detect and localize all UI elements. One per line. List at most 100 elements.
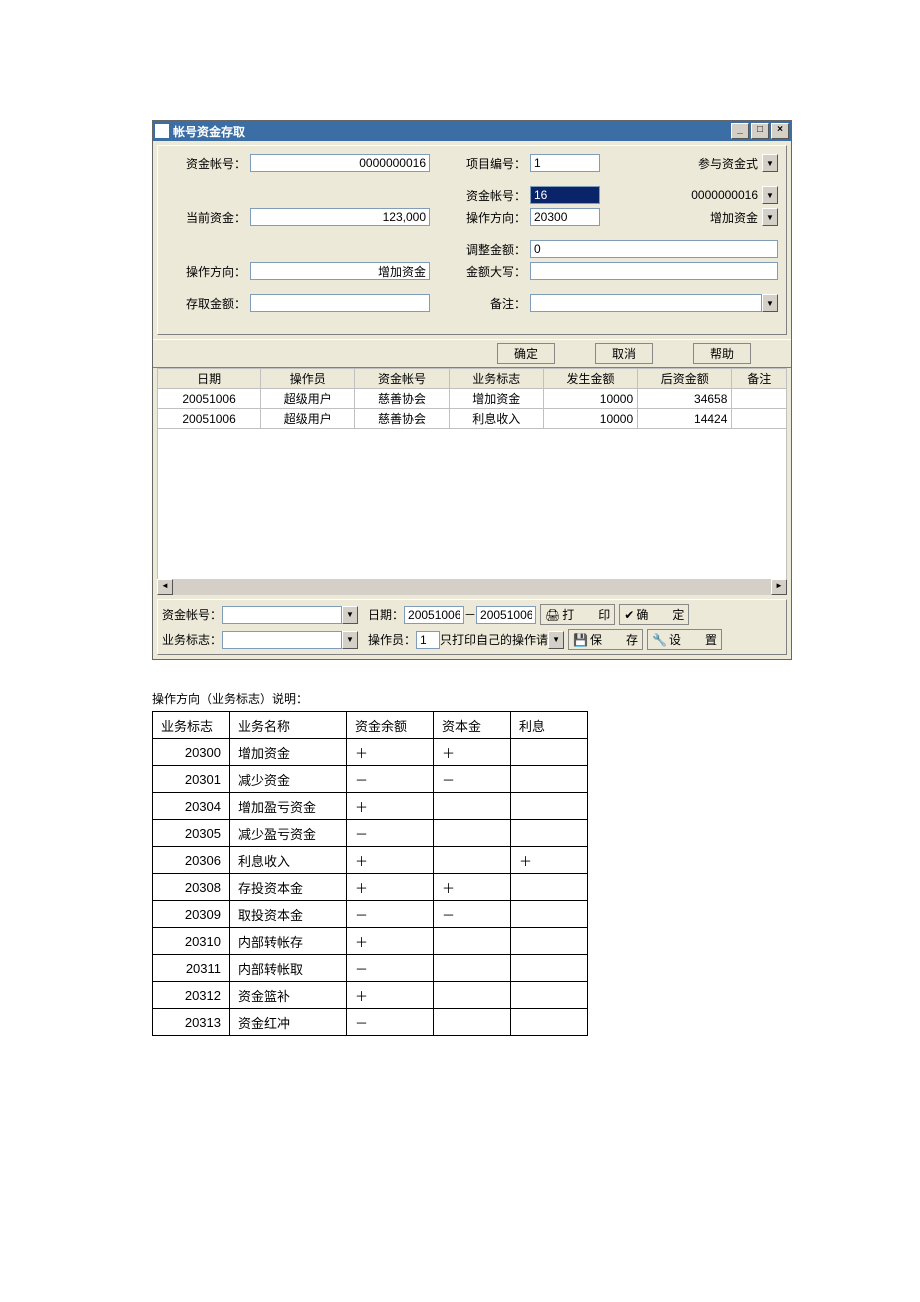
- help-button[interactable]: 帮助: [693, 343, 751, 364]
- direction2-code-input[interactable]: [530, 208, 600, 226]
- explain-cell: [434, 928, 511, 955]
- amount-upper-input[interactable]: [530, 262, 778, 280]
- explain-cell: －: [434, 901, 511, 928]
- remark-label: 备注：: [456, 295, 530, 312]
- printer-icon: 🖨: [545, 608, 560, 622]
- filter-flag-input[interactable]: [222, 631, 342, 649]
- deposit-amount-input[interactable]: [250, 294, 430, 312]
- explain-cell: 减少盈亏资金: [230, 820, 347, 847]
- explain-cell: [511, 739, 588, 766]
- table-cell: 20051006: [158, 409, 261, 429]
- explain-cell: [434, 820, 511, 847]
- direction-input[interactable]: [250, 262, 430, 280]
- explanation-table: 业务标志业务名称资金余额资本金利息 20300增加资金＋＋20301减少资金－－…: [152, 711, 588, 1036]
- remark-dropdown-icon[interactable]: ▼: [762, 294, 778, 312]
- explain-cell: 内部转帐取: [230, 955, 347, 982]
- close-button[interactable]: ×: [771, 123, 789, 139]
- horizontal-scrollbar[interactable]: ◄ ►: [157, 579, 787, 595]
- funds-account-input[interactable]: [250, 154, 430, 172]
- direction2-dropdown-icon[interactable]: ▼: [762, 208, 778, 226]
- app-icon: [155, 124, 169, 138]
- explain-cell: 增加盈亏资金: [230, 793, 347, 820]
- explain-cell: [511, 766, 588, 793]
- confirm-button[interactable]: ✔ 确 定: [619, 604, 689, 625]
- grid-header[interactable]: 发生金额: [543, 369, 637, 389]
- form-panel: 资金帐号： 项目编号： 参与资金式 ▼ 资金帐号： 0000000016 ▼: [157, 145, 787, 335]
- window-title: 帐号资金存取: [173, 123, 731, 140]
- save-button[interactable]: 💾 保 存: [568, 629, 643, 650]
- explain-header: 业务标志: [153, 712, 230, 739]
- current-funds-input[interactable]: [250, 208, 430, 226]
- explain-cell: ＋: [347, 874, 434, 901]
- project-number-label: 项目编号：: [456, 155, 530, 172]
- explain-cell: －: [434, 766, 511, 793]
- explain-row: 20300增加资金＋＋: [153, 739, 588, 766]
- funds-account2-number: 0000000016: [600, 188, 762, 202]
- records-grid: 日期操作员资金帐号业务标志发生金额后资金额备注 20051006超级用户慈善协会…: [157, 368, 787, 579]
- explanation-caption: 操作方向（业务标志）说明：: [152, 690, 712, 707]
- minimize-button[interactable]: _: [731, 123, 749, 139]
- print-button[interactable]: 🖨 打 印: [540, 604, 615, 625]
- explain-cell: 20313: [153, 1009, 230, 1036]
- explain-row: 20305减少盈亏资金－: [153, 820, 588, 847]
- explain-cell: －: [347, 955, 434, 982]
- explain-cell: ＋: [347, 982, 434, 1009]
- explain-cell: ＋: [347, 928, 434, 955]
- explain-header: 业务名称: [230, 712, 347, 739]
- table-cell: 14424: [638, 409, 732, 429]
- filter-date-to-input[interactable]: [476, 606, 536, 624]
- ok-button[interactable]: 确定: [497, 343, 555, 364]
- grid-header[interactable]: 备注: [732, 369, 787, 389]
- table-cell: 10000: [543, 409, 637, 429]
- table-row[interactable]: 20051006超级用户慈善协会利息收入1000014424: [158, 409, 787, 429]
- filter-operator-input[interactable]: [416, 631, 440, 649]
- project-mode-label: 参与资金式: [600, 155, 762, 172]
- maximize-button[interactable]: □: [751, 123, 769, 139]
- explain-cell: [511, 955, 588, 982]
- explain-cell: 20306: [153, 847, 230, 874]
- explain-cell: ＋: [434, 739, 511, 766]
- filter-account-dropdown-icon[interactable]: ▼: [342, 606, 358, 624]
- explain-cell: 取投资本金: [230, 901, 347, 928]
- explain-cell: 20309: [153, 901, 230, 928]
- filter-date-label: 日期：: [368, 606, 404, 623]
- explain-cell: [434, 793, 511, 820]
- disk-icon: 💾: [573, 633, 588, 647]
- table-cell: 慈善协会: [355, 389, 449, 409]
- scroll-right-icon[interactable]: ►: [771, 579, 787, 595]
- funds-account-label: 资金帐号：: [166, 155, 250, 172]
- adjust-amount-input[interactable]: [530, 240, 778, 258]
- project-dropdown-icon[interactable]: ▼: [762, 154, 778, 172]
- explain-row: 20308存投资本金＋＋: [153, 874, 588, 901]
- explain-cell: 20308: [153, 874, 230, 901]
- explain-cell: 20310: [153, 928, 230, 955]
- explain-cell: 20301: [153, 766, 230, 793]
- button-bar: 确定 取消 帮助: [153, 339, 791, 368]
- filter-flag-dropdown-icon[interactable]: ▼: [342, 631, 358, 649]
- project-number-input[interactable]: [530, 154, 600, 172]
- explain-header: 利息: [511, 712, 588, 739]
- funds-account2-input[interactable]: [530, 186, 600, 204]
- date-sep: －: [464, 606, 476, 623]
- table-row[interactable]: 20051006超级用户慈善协会增加资金1000034658: [158, 389, 787, 409]
- table-cell: [732, 389, 787, 409]
- explain-row: 20309取投资本金－－: [153, 901, 588, 928]
- scroll-left-icon[interactable]: ◄: [157, 579, 173, 595]
- explain-cell: 减少资金: [230, 766, 347, 793]
- grid-header[interactable]: 操作员: [261, 369, 355, 389]
- filter-account-input[interactable]: [222, 606, 342, 624]
- cancel-button[interactable]: 取消: [595, 343, 653, 364]
- account2-dropdown-icon[interactable]: ▼: [762, 186, 778, 204]
- explain-cell: 利息收入: [230, 847, 347, 874]
- explanation-section: 操作方向（业务标志）说明： 业务标志业务名称资金余额资本金利息 20300增加资…: [152, 690, 712, 1036]
- filter-operator-dropdown-icon[interactable]: ▼: [548, 631, 564, 649]
- explain-cell: 20305: [153, 820, 230, 847]
- grid-header[interactable]: 后资金额: [638, 369, 732, 389]
- remark-input[interactable]: [530, 294, 762, 312]
- filter-date-from-input[interactable]: [404, 606, 464, 624]
- check-icon: ✔: [624, 608, 634, 622]
- grid-header[interactable]: 日期: [158, 369, 261, 389]
- grid-header[interactable]: 业务标志: [449, 369, 543, 389]
- grid-header[interactable]: 资金帐号: [355, 369, 449, 389]
- setup-button[interactable]: 🔧 设 置: [647, 629, 722, 650]
